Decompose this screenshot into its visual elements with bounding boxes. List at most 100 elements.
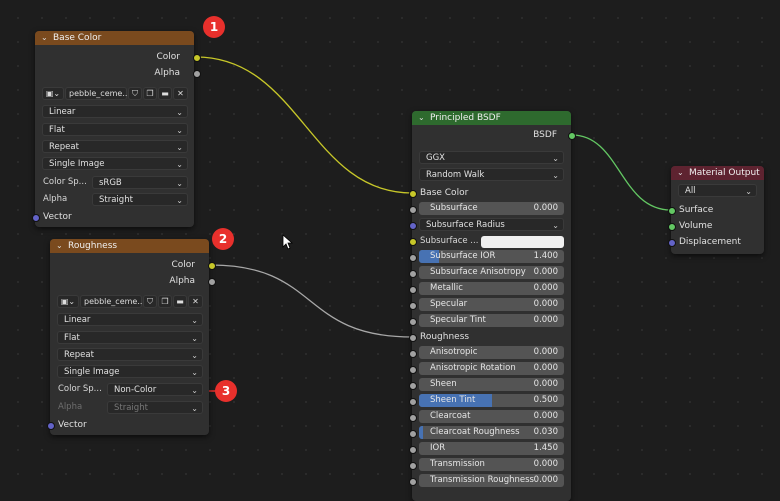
- socket-bsdf-output[interactable]: [568, 132, 576, 140]
- chevron-down-icon[interactable]: ⌄: [418, 111, 426, 125]
- interpolation-dropdown[interactable]: Linear ⌄: [57, 313, 203, 326]
- socket-subsurface-radius-input[interactable]: [409, 222, 417, 230]
- node-title: Roughness: [68, 241, 118, 251]
- principled-bsdf-node[interactable]: ⌄ Principled BSDF BSDF GGX ⌄ Random Walk ⌄ …: [412, 111, 571, 501]
- socket-vector-input[interactable]: [47, 422, 55, 430]
- socket-displacement-input[interactable]: [668, 239, 676, 247]
- chevron-down-icon[interactable]: ⌄: [677, 166, 685, 180]
- subsurface-color-label: Subsurface ...: [420, 236, 479, 246]
- sheen-tint-slider[interactable]: Sheen Tint 0.500: [419, 394, 564, 407]
- socket-sheen-input[interactable]: [409, 382, 417, 390]
- socket-color-output[interactable]: [193, 54, 201, 62]
- distribution-dropdown[interactable]: GGX ⌄: [419, 151, 564, 164]
- slider-fill: [419, 426, 424, 439]
- image-selector[interactable]: ▣⌄ pebble_ceme... ⛉ ❐ ▬ ✕: [42, 87, 188, 100]
- socket-anisotropic-input[interactable]: [409, 350, 417, 358]
- target-dropdown[interactable]: All ⌄: [678, 184, 757, 197]
- transmission-slider[interactable]: Transmission 0.000: [419, 458, 564, 471]
- socket-transmission-input[interactable]: [409, 462, 417, 470]
- subsurface-anisotropy-slider[interactable]: Subsurface Anisotropy 0.000: [419, 266, 564, 279]
- projection-dropdown[interactable]: Flat ⌄: [57, 331, 203, 344]
- specular-slider[interactable]: Specular 0.000: [419, 298, 564, 311]
- metallic-slider[interactable]: Metallic 0.000: [419, 282, 564, 295]
- subsurface-method-dropdown[interactable]: Random Walk ⌄: [419, 168, 564, 181]
- image-browse-icon[interactable]: ▣⌄: [57, 295, 79, 308]
- image-selector[interactable]: ▣⌄ pebble_ceme... ⛉ ❐ ▬ ✕: [57, 295, 203, 308]
- transmission-roughness-slider[interactable]: Transmission Roughness 0.000: [419, 474, 564, 487]
- input-roughness-row: Roughness: [412, 330, 571, 344]
- clearcoat-slider[interactable]: Clearcoat 0.000: [419, 410, 564, 423]
- socket-base-color-input[interactable]: [409, 190, 417, 198]
- source-dropdown[interactable]: Single Image ⌄: [57, 365, 203, 378]
- fake-user-icon[interactable]: ⛉: [128, 87, 142, 100]
- socket-clearcoat-roughness-input[interactable]: [409, 430, 417, 438]
- chevron-down-icon: ⌄: [191, 351, 198, 360]
- base-color-texture-node[interactable]: ⌄ Base Color Color Alpha ▣⌄ pebble_ceme..…: [35, 31, 194, 227]
- socket-alpha-output[interactable]: [193, 70, 201, 78]
- extension-dropdown[interactable]: Repeat ⌄: [42, 140, 188, 153]
- subsurface-radius-dropdown[interactable]: Subsurface Radius ⌄: [419, 218, 564, 231]
- chevron-down-icon[interactable]: ⌄: [56, 239, 64, 253]
- input-volume-row: Volume: [671, 219, 764, 233]
- anisotropic-rotation-slider[interactable]: Anisotropic Rotation 0.000: [419, 362, 564, 375]
- socket-vector-input[interactable]: [32, 214, 40, 222]
- input-label: Base Color: [420, 188, 469, 198]
- socket-color-output[interactable]: [208, 262, 216, 270]
- chevron-down-icon: ⌄: [552, 221, 559, 230]
- socket-surface-input[interactable]: [668, 207, 676, 215]
- projection-dropdown[interactable]: Flat ⌄: [42, 123, 188, 136]
- node-header[interactable]: ⌄ Material Output: [671, 166, 764, 180]
- anisotropic-slider[interactable]: Anisotropic 0.000: [419, 346, 564, 359]
- close-icon[interactable]: ✕: [173, 87, 188, 100]
- sheen-slider[interactable]: Sheen 0.000: [419, 378, 564, 391]
- chevron-down-icon: ⌄: [176, 160, 183, 169]
- socket-sheen-tint-input[interactable]: [409, 398, 417, 406]
- folder-icon[interactable]: ▬: [173, 295, 187, 308]
- mouse-cursor-icon: [282, 234, 294, 250]
- socket-subsurface-ior-input[interactable]: [409, 254, 417, 262]
- socket-specular-tint-input[interactable]: [409, 318, 417, 326]
- duplicate-icon[interactable]: ❐: [158, 295, 172, 308]
- node-header[interactable]: ⌄ Roughness: [50, 239, 209, 253]
- fake-user-icon[interactable]: ⛉: [143, 295, 157, 308]
- subsurface-ior-slider[interactable]: Subsurface IOR 1.400: [419, 250, 564, 263]
- input-label: Roughness: [420, 332, 470, 342]
- duplicate-icon[interactable]: ❐: [143, 87, 157, 100]
- color-space-dropdown[interactable]: Non-Color ⌄: [107, 383, 203, 396]
- alpha-mode-dropdown[interactable]: Straight ⌄: [92, 193, 188, 206]
- clearcoat-roughness-slider[interactable]: Clearcoat Roughness 0.030: [419, 426, 564, 439]
- socket-alpha-output[interactable]: [208, 278, 216, 286]
- node-header[interactable]: ⌄ Base Color: [35, 31, 194, 45]
- source-dropdown[interactable]: Single Image ⌄: [42, 157, 188, 170]
- roughness-texture-node[interactable]: ⌄ Roughness Color Alpha ▣⌄ pebble_ceme...…: [50, 239, 209, 435]
- close-icon[interactable]: ✕: [188, 295, 203, 308]
- chevron-down-icon[interactable]: ⌄: [41, 31, 49, 45]
- color-space-dropdown[interactable]: sRGB ⌄: [92, 176, 188, 189]
- image-name-field[interactable]: pebble_ceme...: [80, 295, 145, 308]
- input-base-color-row: Base Color: [412, 186, 571, 200]
- interpolation-dropdown[interactable]: Linear ⌄: [42, 105, 188, 118]
- extension-dropdown[interactable]: Repeat ⌄: [57, 348, 203, 361]
- specular-tint-slider[interactable]: Specular Tint 0.000: [419, 314, 564, 327]
- socket-metallic-input[interactable]: [409, 286, 417, 294]
- node-header[interactable]: ⌄ Principled BSDF: [412, 111, 571, 125]
- chevron-down-icon: ⌄: [176, 179, 183, 188]
- socket-subsurface-anisotropy-input[interactable]: [409, 270, 417, 278]
- subsurface-slider[interactable]: Subsurface 0.000: [419, 202, 564, 215]
- socket-subsurface-input[interactable]: [409, 206, 417, 214]
- socket-transmission-roughness-input[interactable]: [409, 478, 417, 486]
- node-title: Material Output: [689, 168, 760, 178]
- subsurface-color-swatch[interactable]: [481, 236, 564, 248]
- socket-roughness-input[interactable]: [409, 334, 417, 342]
- socket-clearcoat-input[interactable]: [409, 414, 417, 422]
- folder-icon[interactable]: ▬: [158, 87, 172, 100]
- socket-anisotropic-rotation-input[interactable]: [409, 366, 417, 374]
- image-browse-icon[interactable]: ▣⌄: [42, 87, 64, 100]
- socket-volume-input[interactable]: [668, 223, 676, 231]
- socket-ior-input[interactable]: [409, 446, 417, 454]
- image-name-field[interactable]: pebble_ceme...: [65, 87, 130, 100]
- ior-slider[interactable]: IOR 1.450: [419, 442, 564, 455]
- socket-subsurface-color-input[interactable]: [409, 238, 417, 246]
- material-output-node[interactable]: ⌄ Material Output All ⌄ Surface Volume Dis…: [671, 166, 764, 254]
- socket-specular-input[interactable]: [409, 302, 417, 310]
